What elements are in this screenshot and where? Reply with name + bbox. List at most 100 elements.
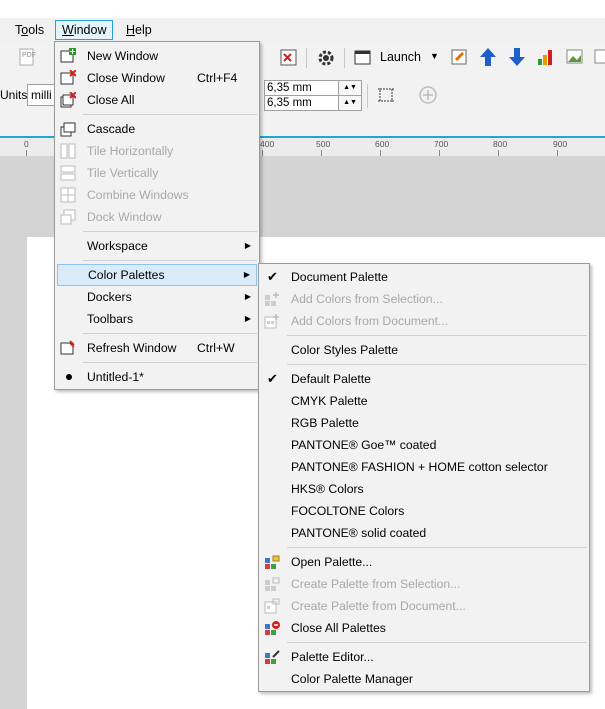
add-circle-icon[interactable] [418,85,438,105]
menu-item-cmyk-palette[interactable]: CMYK Palette [261,390,587,412]
submenu-arrow-icon: ▶ [244,292,251,301]
menu-item-create-palette-document[interactable]: Create Palette from Document... [261,595,587,617]
menu-item-label: Palette Editor... [291,650,374,664]
dynamic-guides-icon[interactable] [376,85,396,105]
stepper-arrows-icon[interactable]: ▲▼ [338,96,361,110]
export-icon[interactable] [279,48,299,68]
palette-editor-icon [264,649,280,665]
menu-item-close-window[interactable]: Close Window Ctrl+F4 [57,67,257,89]
menu-item-create-palette-selection[interactable]: Create Palette from Selection... [261,573,587,595]
menu-item-rgb-palette[interactable]: RGB Palette [261,412,587,434]
menu-item-label: CMYK Palette [291,394,368,408]
menu-item-add-colors-document[interactable]: Add Colors from Document... [261,310,587,332]
menu-tools[interactable]: Tools [9,21,50,39]
menu-item-close-all-palettes[interactable]: Close All Palettes [261,617,587,639]
stepper-arrows-icon[interactable]: ▲▼ [338,81,361,95]
open-palette-icon [264,554,280,570]
title-strip [0,0,605,18]
menu-window[interactable]: Window [55,20,114,40]
add-colors-selection-icon [264,291,280,307]
menu-bar: Tools Window Help [0,18,605,42]
menu-item-pantone-fashion[interactable]: PANTONE® FASHION + HOME cotton selector [261,456,587,478]
menu-separator [287,364,587,365]
menu-item-label: Close All Palettes [291,621,386,635]
menu-separator [83,362,257,363]
checkmark-icon: ✔ [267,269,278,284]
menu-item-pantone-solid-coated[interactable]: PANTONE® solid coated [261,522,587,544]
menu-item-label: Add Colors from Selection... [291,292,443,306]
nudge-y-stepper[interactable]: 6,35 mm ▲▼ [264,95,362,111]
submenu-arrow-icon: ▶ [244,314,251,323]
launch-button[interactable]: Launch ▼ [354,48,444,68]
menu-item-default-palette[interactable]: ✔ Default Palette [261,368,587,390]
nudge-x-stepper[interactable]: 6,35 mm ▲▼ [264,80,362,96]
close-all-palettes-icon [264,620,280,636]
ruler-tick-label: 400 [260,139,275,149]
menu-item-label: PANTONE® FASHION + HOME cotton selector [291,460,548,474]
menu-item-pantone-goe[interactable]: PANTONE® Goe™ coated [261,434,587,456]
menu-item-combine-windows[interactable]: Combine Windows [57,184,257,206]
menu-item-color-styles-palette[interactable]: Color Styles Palette [261,339,587,361]
menu-item-label: Refresh Window [87,341,177,355]
ruler-tick-label: 0 [24,139,29,149]
menu-item-label: Tile Horizontally [87,144,174,158]
menu-item-color-palettes[interactable]: Color Palettes ▶ [57,264,257,286]
menu-item-tile-vertically[interactable]: Tile Vertically [57,162,257,184]
menu-item-label: Open Palette... [291,555,373,569]
menu-item-label: Create Palette from Document... [291,599,466,613]
menu-item-toolbars[interactable]: Toolbars ▶ [57,308,257,330]
menu-item-tile-horizontally[interactable]: Tile Horizontally [57,140,257,162]
tile-vertically-icon [60,165,76,181]
menu-separator [83,231,257,232]
menu-item-label: Document Palette [291,270,388,284]
menu-item-open-palette[interactable]: Open Palette... [261,551,587,573]
ruler-tick-label: 600 [375,139,390,149]
corel-connect-icon[interactable] [450,47,470,67]
new-window-icon [60,48,76,64]
ruler-tick-label: 500 [316,139,331,149]
add-colors-document-icon [264,313,280,329]
menu-item-color-palette-manager[interactable]: Color Palette Manager [261,668,587,690]
image-icon[interactable] [565,47,585,67]
menu-item-dock-window[interactable]: Dock Window [57,206,257,228]
menu-item-label: New Window [87,49,159,63]
menu-item-dockers[interactable]: Dockers ▶ [57,286,257,308]
submenu-arrow-icon: ▶ [243,270,250,279]
combine-windows-icon [60,187,76,203]
menu-separator [83,333,257,334]
menu-item-workspace[interactable]: Workspace ▶ [57,235,257,257]
publish-pdf-icon[interactable]: PDF [16,47,38,69]
menu-separator [83,260,257,261]
more-icon[interactable] [594,47,605,67]
menu-item-palette-editor[interactable]: Palette Editor... [261,646,587,668]
menu-item-add-colors-selection[interactable]: Add Colors from Selection... [261,288,587,310]
create-palette-selection-icon [264,576,280,592]
arrow-down-icon[interactable] [507,46,527,68]
menu-item-new-window[interactable]: New Window [57,45,257,67]
menu-item-label: Untitled-1* [87,370,144,384]
refresh-window-icon [60,340,76,356]
dock-window-icon [60,209,76,225]
arrow-up-icon[interactable] [478,46,498,68]
menu-item-document-untitled[interactable]: Untitled-1* [57,366,257,388]
menu-item-label: Tile Vertically [87,166,159,180]
menu-item-refresh-window[interactable]: Refresh Window Ctrl+W [57,337,257,359]
menu-separator [287,642,587,643]
menu-item-cascade[interactable]: Cascade [57,118,257,140]
bar-chart-icon[interactable] [536,47,556,67]
menu-separator [83,114,257,115]
toolbar-separator [367,84,368,108]
menu-item-label: Toolbars [87,312,134,326]
menu-item-label: Color Palette Manager [291,672,413,686]
menu-item-hks-colors[interactable]: HKS® Colors [261,478,587,500]
menu-item-label: Workspace [87,239,148,253]
menu-help[interactable]: Help [120,21,158,39]
options-gear-icon[interactable] [316,48,336,68]
menu-item-label: PANTONE® solid coated [291,526,427,540]
menu-item-focoltone-colors[interactable]: FOCOLTONE Colors [261,500,587,522]
menu-item-document-palette[interactable]: ✔ Document Palette [261,266,587,288]
menu-item-label: Color Styles Palette [291,343,399,357]
menu-item-label: Cascade [87,122,136,136]
menu-item-close-all[interactable]: Close All [57,89,257,111]
close-window-icon [60,69,77,86]
